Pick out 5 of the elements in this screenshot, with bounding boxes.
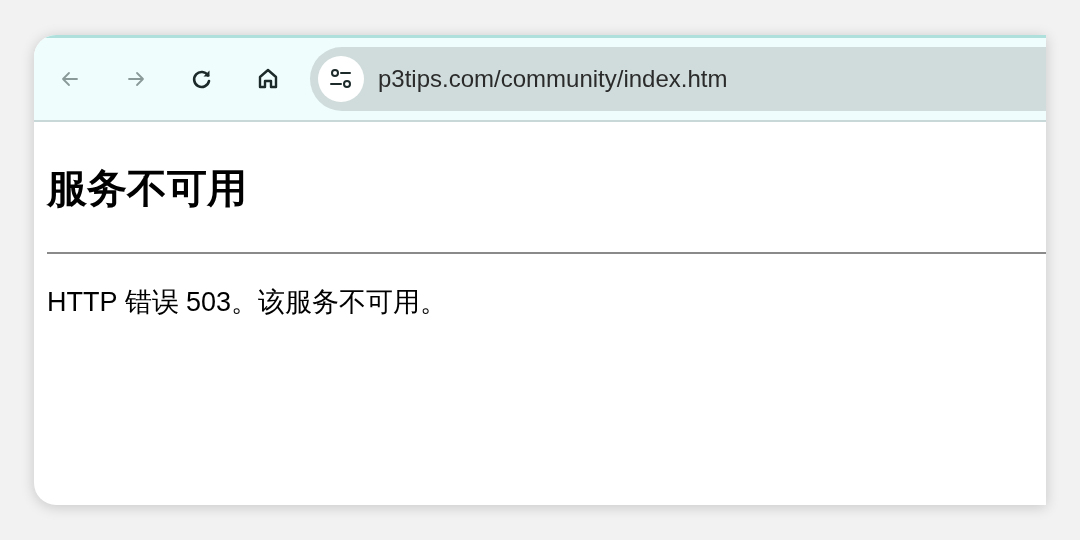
page-heading: 服务不可用 (47, 165, 248, 212)
address-bar[interactable]: p3tips.com/community/index.htm (310, 47, 1046, 111)
url-field[interactable]: p3tips.com/community/index.htm (364, 61, 1046, 97)
site-settings-button[interactable] (318, 56, 364, 102)
error-message: HTTP 错误 503。该服务不可用。 (47, 286, 449, 319)
